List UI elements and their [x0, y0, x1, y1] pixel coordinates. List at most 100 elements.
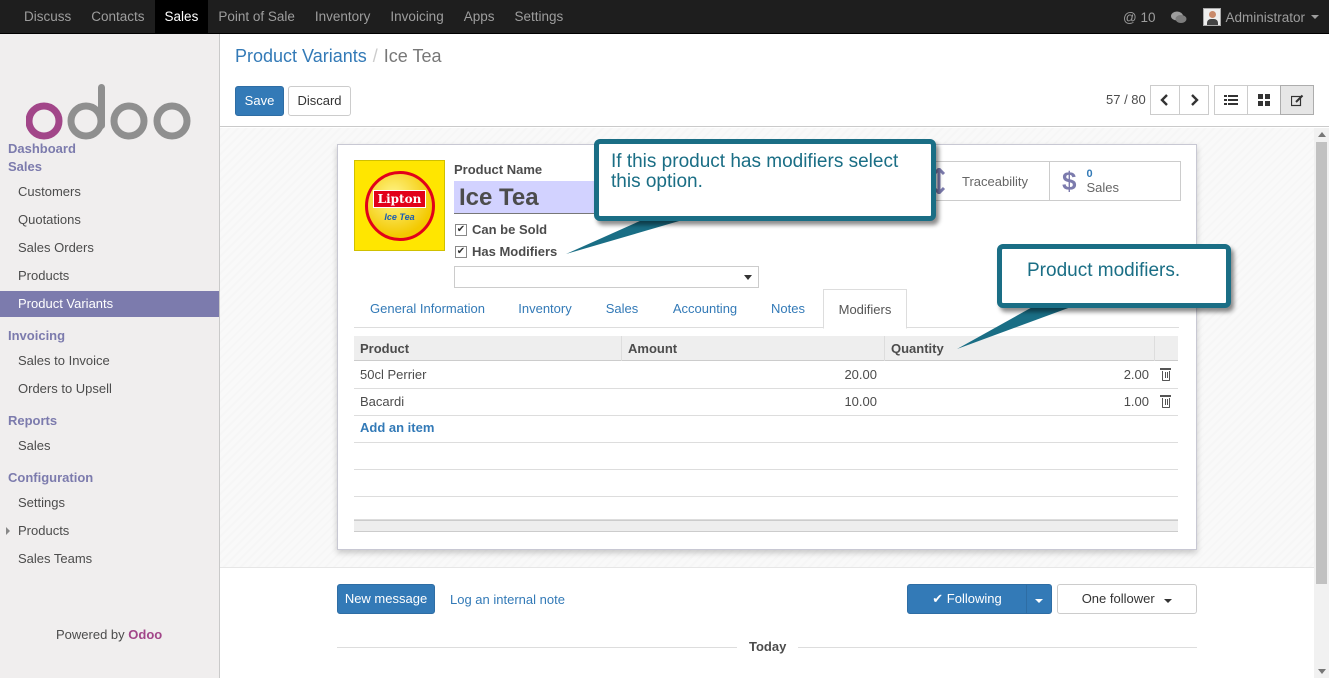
sidebar-item-product-variants[interactable]: Product Variants — [0, 291, 219, 317]
column-product[interactable]: Product — [354, 336, 622, 361]
following-button[interactable]: ✔ Following — [907, 584, 1027, 614]
breadcrumb-separator: / — [372, 46, 378, 66]
sidebar-title-dashboard[interactable]: Dashboard — [8, 141, 76, 156]
check-icon: ✔ — [932, 591, 944, 606]
menu-sales[interactable]: Sales — [154, 0, 209, 33]
sidebar-item-orders-to-upsell[interactable]: Orders to Upsell — [0, 376, 219, 402]
log-note-link[interactable]: Log an internal note — [450, 592, 565, 607]
mentions-count: @ 10 — [1122, 9, 1156, 25]
can-be-sold-checkbox[interactable]: ✔ — [455, 224, 467, 236]
app-menu: Discuss Contacts Sales Point of Sale Inv… — [14, 0, 573, 34]
trash-icon[interactable] — [1160, 395, 1171, 408]
column-quantity[interactable]: Quantity — [885, 336, 1155, 361]
pager-next-button[interactable] — [1179, 85, 1209, 115]
tab-accounting[interactable]: Accounting — [660, 289, 750, 328]
new-message-button[interactable]: New message — [337, 584, 435, 614]
row-quantity: 1.00 — [1123, 394, 1149, 409]
sidebar-item-settings[interactable]: Settings — [0, 490, 219, 516]
product-image-label: Ice Tea — [384, 211, 415, 222]
product-name-label: Product Name — [454, 162, 543, 177]
pager-previous-button[interactable] — [1150, 85, 1180, 115]
scrollbar[interactable] — [1314, 128, 1329, 678]
empty-row — [354, 416, 1178, 443]
form-view-button[interactable] — [1280, 85, 1314, 115]
product-select[interactable] — [454, 266, 759, 288]
followers-button[interactable]: One follower — [1057, 584, 1197, 614]
sales-stat: 0 Sales — [1086, 167, 1119, 195]
table-row[interactable]: 50cl Perrier 20.00 2.00 — [354, 362, 1178, 389]
list-view-button[interactable] — [1214, 85, 1248, 115]
sidebar-title-invoicing[interactable]: Invoicing — [8, 328, 65, 343]
sidebar-title-configuration[interactable]: Configuration — [8, 470, 93, 485]
discard-button[interactable]: Discard — [288, 86, 351, 116]
tab-modifiers[interactable]: Modifiers — [823, 289, 907, 329]
sidebar-item-quotations[interactable]: Quotations — [0, 207, 219, 233]
breadcrumb: Product Variants / Ice Tea — [235, 46, 441, 67]
scrollbar-thumb[interactable] — [1316, 142, 1327, 584]
row-product: 50cl Perrier — [360, 367, 427, 382]
dollar-icon: $ — [1062, 165, 1077, 196]
row-quantity: 2.00 — [1123, 367, 1149, 382]
menu-settings[interactable]: Settings — [505, 0, 574, 33]
sidebar-item-customers[interactable]: Customers — [0, 179, 219, 205]
has-modifiers-checkbox[interactable]: ✔ — [455, 246, 467, 258]
trash-icon[interactable] — [1160, 368, 1171, 381]
following-label: Following — [946, 591, 1002, 606]
empty-row — [354, 497, 1178, 520]
chat-icon[interactable] — [1171, 11, 1187, 24]
sales-stat-value: 0 — [1086, 168, 1093, 180]
traceability-label: Traceability — [962, 173, 1028, 189]
breadcrumb-current: Ice Tea — [383, 46, 442, 66]
date-separator: Today — [337, 639, 1197, 654]
menu-discuss[interactable]: Discuss — [14, 0, 81, 33]
column-amount[interactable]: Amount — [622, 336, 885, 361]
callout-has-modifiers: If this product has modifiers select thi… — [594, 139, 936, 221]
tab-general-information[interactable]: General Information — [358, 289, 497, 328]
pager-value: 57 / 80 — [1106, 92, 1146, 107]
powered-by-text: Powered by — [56, 627, 125, 642]
tab-notes[interactable]: Notes — [760, 289, 816, 328]
tab-sales[interactable]: Sales — [594, 289, 650, 328]
user-menu[interactable]: Administrator — [1203, 8, 1319, 26]
chevron-down-icon — [1311, 15, 1319, 19]
tab-inventory[interactable]: Inventory — [504, 289, 586, 328]
scroll-down-icon[interactable] — [1318, 669, 1326, 674]
callout-product-modifiers: Product modifiers. — [997, 244, 1231, 308]
user-name: Administrator — [1225, 9, 1305, 25]
menu-contacts[interactable]: Contacts — [81, 0, 154, 33]
traceability-button[interactable]: Traceability — [918, 161, 1051, 201]
followers-label: One follower — [1081, 591, 1155, 606]
menu-inventory[interactable]: Inventory — [305, 0, 381, 33]
sidebar-item-sales-teams[interactable]: Sales Teams — [0, 546, 219, 572]
menu-invoicing[interactable]: Invoicing — [380, 0, 453, 33]
scroll-up-icon[interactable] — [1318, 132, 1326, 137]
powered-by-brand[interactable]: Odoo — [128, 627, 162, 642]
chevron-down-icon — [1035, 599, 1043, 603]
save-button[interactable]: Save — [235, 86, 284, 116]
kanban-view-button[interactable] — [1247, 85, 1281, 115]
sidebar-item-reports-sales[interactable]: Sales — [0, 433, 219, 459]
sidebar-title-sales[interactable]: Sales — [8, 159, 42, 174]
chevron-right-icon — [1191, 94, 1199, 106]
mentions-counter[interactable]: @ 10 — [1123, 10, 1155, 25]
sidebar-item-products[interactable]: Products — [0, 263, 219, 289]
empty-row — [354, 443, 1178, 470]
control-panel: Product Variants / Ice Tea Save Discard 57… — [220, 34, 1329, 127]
product-image-brand: Lipton — [372, 189, 427, 208]
kanban-icon — [1258, 94, 1270, 106]
sidebar-title-reports[interactable]: Reports — [8, 413, 57, 428]
row-amount: 10.00 — [844, 394, 877, 409]
sidebar-item-sales-to-invoice[interactable]: Sales to Invoice — [0, 348, 219, 374]
menu-apps[interactable]: Apps — [454, 0, 505, 33]
can-be-sold-label: Can be Sold — [472, 222, 548, 237]
sales-stat-button[interactable]: $ 0 Sales — [1049, 161, 1181, 201]
menu-point-of-sale[interactable]: Point of Sale — [208, 0, 305, 33]
breadcrumb-parent[interactable]: Product Variants — [235, 46, 367, 66]
sidebar-item-config-products[interactable]: Products — [0, 518, 219, 544]
product-image[interactable]: Lipton Ice Tea — [354, 160, 445, 251]
sidebar-item-sales-orders[interactable]: Sales Orders — [0, 235, 219, 261]
odoo-logo — [26, 84, 191, 140]
has-modifiers-label: Has Modifiers — [472, 244, 558, 259]
table-row[interactable]: Bacardi 10.00 1.00 — [354, 389, 1178, 416]
following-dropdown-button[interactable] — [1026, 584, 1052, 614]
